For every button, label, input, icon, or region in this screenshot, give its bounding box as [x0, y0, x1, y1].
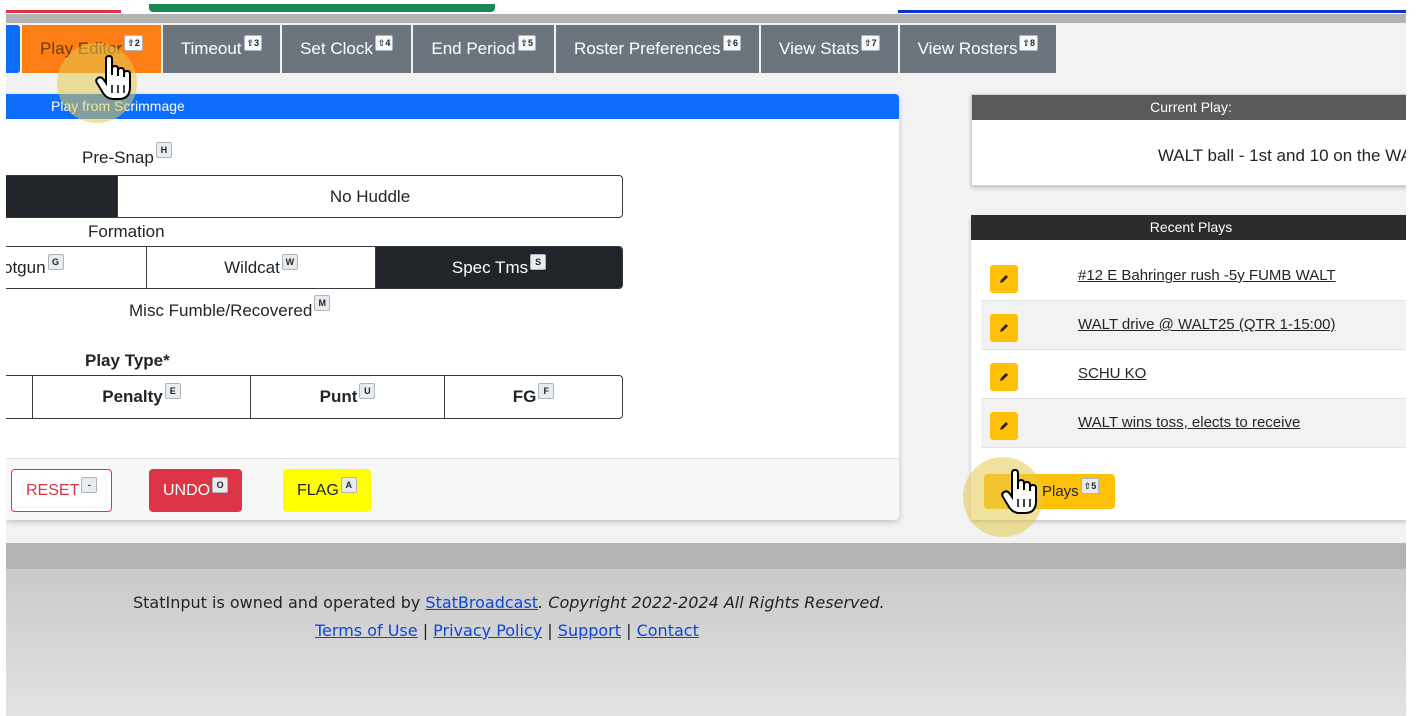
formation-shotgun-button[interactable]: otgun G — [6, 247, 147, 288]
shortcut-key: ⇧2 — [124, 35, 143, 51]
hand-cursor-icon — [1001, 469, 1037, 514]
shortcut-key: S — [530, 253, 547, 270]
recent-plays-title: Recent Plays — [971, 215, 1406, 240]
statbroadcast-link[interactable]: StatBroadcast — [425, 593, 538, 612]
recent-play-row: WALT wins toss, elects to receive — [981, 399, 1406, 448]
tab-view-rosters[interactable]: View Rosters ⇧8 — [899, 25, 1056, 73]
shortcut-key: W — [281, 253, 298, 270]
window-frame-left — [0, 0, 6, 716]
play-type-fg-button[interactable]: FG F — [445, 376, 622, 418]
play-type-penalty-button[interactable]: Penalty E — [33, 376, 251, 418]
recent-play-row: #12 E Bahringer rush -5y FUMB WALT — [981, 252, 1406, 301]
shortcut-key: ⇧5 — [1080, 477, 1100, 494]
hand-cursor-icon — [95, 55, 131, 100]
main-area: Play Editor⇧2 Timeout⇧3 Set Clock⇧4 End … — [6, 23, 1406, 543]
recent-play-link[interactable]: #12 E Bahringer rush -5y FUMB WALT — [1078, 267, 1336, 284]
edit-play-button[interactable] — [990, 314, 1018, 342]
recent-play-row: SCHU KO — [981, 350, 1406, 399]
recent-play-row: WALT drive @ WALT25 (QTR 1-15:00) — [981, 301, 1406, 350]
shortcut-key: ⇧4 — [374, 35, 394, 51]
team-color-green — [149, 4, 495, 12]
window-frame-right — [1406, 0, 1418, 716]
shortcut-key: F — [538, 383, 555, 399]
team-color-red — [6, 10, 121, 13]
top-strip — [6, 0, 1406, 14]
tab-bar: Play Editor⇧2 Timeout⇧3 Set Clock⇧4 End … — [6, 25, 1058, 73]
tab-set-clock[interactable]: Set Clock ⇧4 — [282, 25, 412, 73]
contact-link[interactable]: Contact — [637, 621, 699, 640]
edit-play-button[interactable] — [990, 265, 1018, 293]
privacy-policy-link[interactable]: Privacy Policy — [433, 621, 542, 640]
shortcut-key: E — [164, 383, 181, 399]
shortcut-key: - — [81, 476, 98, 493]
current-play-text: WALT ball - 1st and 10 on the WA — [1157, 146, 1406, 165]
misc-fumble-label: Misc Fumble/Recovered M — [129, 295, 331, 321]
flag-button[interactable]: FLAG A — [283, 469, 371, 512]
shortcut-key: H — [155, 142, 172, 158]
formation-spec-tms-button[interactable]: Spec Tms S — [376, 247, 622, 288]
pencil-icon — [1000, 324, 1008, 332]
shortcut-key: A — [340, 476, 357, 493]
shortcut-key: G — [47, 253, 64, 270]
formation-wildcat-button[interactable]: Wildcat W — [147, 247, 376, 288]
shortcut-key: ⇧6 — [722, 35, 742, 51]
pencil-icon — [1000, 275, 1008, 283]
tab-roster-preferences[interactable]: Roster Preferences ⇧6 — [556, 25, 760, 73]
shortcut-key: ⇧5 — [517, 35, 537, 51]
shortcut-key: ⇧8 — [1019, 35, 1038, 51]
pencil-icon — [1000, 422, 1008, 430]
edit-play-button[interactable] — [990, 363, 1018, 391]
footer-divider — [6, 543, 1406, 569]
recent-play-link[interactable]: SCHU KO — [1078, 365, 1146, 382]
shortcut-key: M — [314, 295, 331, 311]
current-play-title: Current Play: — [972, 95, 1406, 120]
recent-play-link[interactable]: WALT wins toss, elects to receive — [1078, 414, 1300, 431]
edit-play-button[interactable] — [990, 412, 1018, 440]
recent-play-link[interactable]: WALT drive @ WALT25 (QTR 1-15:00) — [1078, 316, 1336, 333]
shortcut-key: ⇧3 — [243, 35, 263, 51]
pencil-icon — [1000, 373, 1008, 381]
play-type-buttons: Penalty E Punt U FG F — [6, 375, 623, 419]
play-panel-footer: RESET - UNDO O FLAG A — [6, 458, 899, 520]
team-color-blue — [898, 10, 1406, 13]
panel-title: Play from Scrimmage — [6, 94, 899, 119]
undo-button[interactable]: UNDO O — [149, 469, 243, 512]
presnap-option-selected[interactable] — [6, 176, 118, 217]
play-type-punt-button[interactable]: Punt U — [251, 376, 445, 418]
header-divider — [6, 14, 1406, 23]
tab-previous[interactable] — [6, 25, 20, 73]
tab-end-period[interactable]: End Period ⇧5 — [413, 25, 555, 73]
page-footer: StatInput is owned and operated by StatB… — [6, 569, 1406, 716]
shortcut-key: U — [359, 383, 376, 399]
support-link[interactable]: Support — [558, 621, 621, 640]
play-type-label: Play Type* — [85, 351, 170, 370]
play-type-cut-off-button[interactable] — [6, 376, 33, 418]
tab-timeout[interactable]: Timeout ⇧3 — [162, 25, 281, 73]
shortcut-key: ⇧7 — [861, 35, 880, 51]
shortcut-key: O — [212, 476, 229, 493]
presnap-label: Pre-Snap H — [82, 142, 172, 168]
current-play-panel: Current Play: WALT ball - 1st and 10 on … — [971, 94, 1406, 186]
tab-view-stats[interactable]: View Stats ⇧7 — [761, 25, 898, 73]
ownership-line: StatInput is owned and operated by StatB… — [133, 593, 885, 612]
reset-button[interactable]: RESET - — [11, 469, 113, 512]
presnap-buttons: No Huddle — [6, 175, 623, 218]
formation-label: Formation — [88, 222, 165, 241]
no-huddle-button[interactable]: No Huddle — [118, 176, 622, 217]
terms-of-use-link[interactable]: Terms of Use — [315, 621, 418, 640]
formation-buttons: otgun G Wildcat W Spec Tms S — [6, 246, 623, 289]
footer-links: Terms of Use | Privacy Policy | Support … — [315, 621, 699, 640]
play-from-scrimmage-panel: Play from Scrimmage Pre-SnapH No Huddle … — [6, 94, 899, 520]
